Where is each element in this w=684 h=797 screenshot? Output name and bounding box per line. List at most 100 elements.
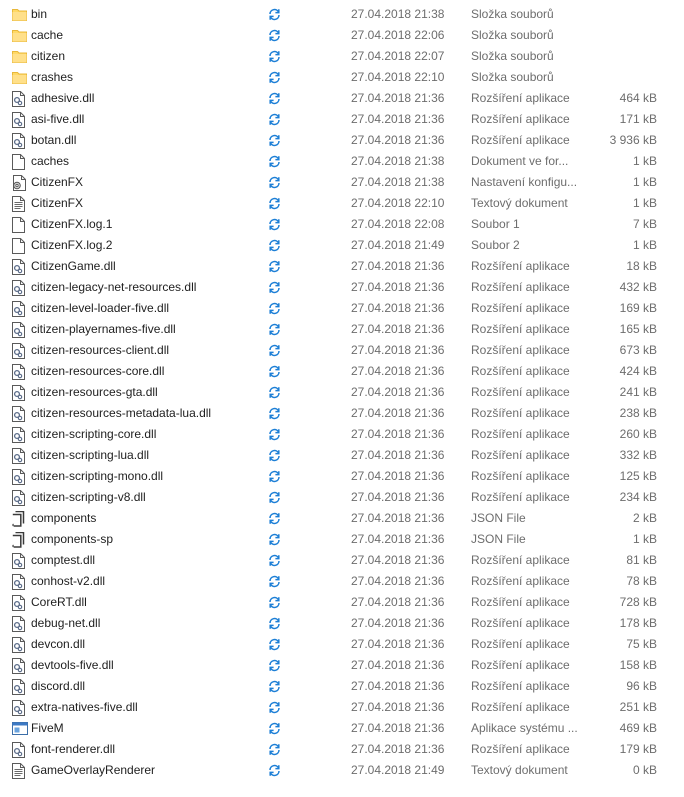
- file-row[interactable]: devcon.dll 27.04.2018 21:36 Rozšíření apli…: [0, 634, 684, 655]
- file-date-modified: 27.04.2018 21:36: [351, 511, 445, 525]
- file-name[interactable]: citizen-resources-client.dll: [31, 343, 169, 358]
- file-name[interactable]: citizen-resources-core.dll: [31, 364, 164, 379]
- file-name[interactable]: font-renderer.dll: [31, 742, 115, 757]
- file-row[interactable]: CitizenFX 27.04.2018 22:10 Textový dokumen…: [0, 193, 684, 214]
- file-name[interactable]: citizen-scripting-mono.dll: [31, 469, 163, 484]
- file-row[interactable]: citizen-scripting-v8.dll 27.04.2018 21:36…: [0, 487, 684, 508]
- file-row[interactable]: botan.dll 27.04.2018 21:36 Rozšíření aplik…: [0, 130, 684, 151]
- sync-pending-icon: [268, 575, 281, 588]
- file-name[interactable]: CitizenFX: [31, 196, 83, 211]
- file-name[interactable]: cache: [31, 28, 63, 43]
- file-name[interactable]: CitizenFX.log.1: [31, 217, 112, 232]
- file-row[interactable]: adhesive.dll 27.04.2018 21:36 Rozšíření ap…: [0, 88, 684, 109]
- file-type: Aplikace systému ...: [471, 721, 578, 735]
- file-row[interactable]: citizen-resources-core.dll 27.04.2018 21:…: [0, 361, 684, 382]
- file-row[interactable]: citizen-resources-gta.dll 27.04.2018 21:3…: [0, 382, 684, 403]
- file-row[interactable]: cache 27.04.2018 22:06 Složka souborů: [0, 25, 684, 46]
- file-row[interactable]: citizen 27.04.2018 22:07 Složka souborů: [0, 46, 684, 67]
- file-size: 0 kB: [632, 763, 657, 777]
- sync-pending-icon: [268, 260, 281, 273]
- dll-icon: [12, 616, 26, 632]
- file-name[interactable]: devtools-five.dll: [31, 658, 114, 673]
- file-size: 179 kB: [619, 742, 657, 756]
- file-name[interactable]: CitizenFX.log.2: [31, 238, 112, 253]
- file-row[interactable]: citizen-legacy-net-resources.dll 27.04.20…: [0, 277, 684, 298]
- file-row[interactable]: CitizenFX.log.2 27.04.2018 21:49 Soubor 2 1…: [0, 235, 684, 256]
- file-row[interactable]: font-renderer.dll 27.04.2018 21:36 Rozšíře…: [0, 739, 684, 760]
- file-name[interactable]: citizen: [31, 49, 65, 64]
- file-name[interactable]: caches: [31, 154, 69, 169]
- file-name[interactable]: devcon.dll: [31, 637, 85, 652]
- file-row[interactable]: CoreRT.dll 27.04.2018 21:36 Rozšíření apli…: [0, 592, 684, 613]
- dll-icon: [12, 700, 26, 716]
- file-name[interactable]: FiveM: [31, 721, 64, 736]
- file-name[interactable]: asi-five.dll: [31, 112, 84, 127]
- file-name[interactable]: citizen-scripting-v8.dll: [31, 490, 146, 505]
- file-row[interactable]: GameOverlayRenderer 27.04.2018 21:49 Texto…: [0, 760, 684, 781]
- file-row[interactable]: bin 27.04.2018 21:38 Složka souborů: [0, 4, 684, 25]
- file-row[interactable]: CitizenFX 27.04.2018 21:38 Nastavení konfi…: [0, 172, 684, 193]
- file-name[interactable]: comptest.dll: [31, 553, 95, 568]
- file-name[interactable]: citizen-resources-gta.dll: [31, 385, 158, 400]
- file-size: 7 kB: [632, 217, 657, 231]
- file-row[interactable]: conhost-v2.dll 27.04.2018 21:36 Rozšíření …: [0, 571, 684, 592]
- file-row[interactable]: CitizenGame.dll 27.04.2018 21:36 Rozšíření…: [0, 256, 684, 277]
- file-type: Rozšíření aplikace: [471, 322, 570, 336]
- file-size: 75 kB: [626, 637, 657, 651]
- file-row[interactable]: discord.dll 27.04.2018 21:36 Rozšíření apl…: [0, 676, 684, 697]
- file-row[interactable]: citizen-resources-client.dll 27.04.2018 2…: [0, 340, 684, 361]
- file-row[interactable]: asi-five.dll 27.04.2018 21:36 Rozšíření ap…: [0, 109, 684, 130]
- file-name[interactable]: components-sp: [31, 532, 113, 547]
- file-name[interactable]: citizen-resources-metadata-lua.dll: [31, 406, 211, 421]
- file-row[interactable]: citizen-scripting-lua.dll 27.04.2018 21:3…: [0, 445, 684, 466]
- file-name[interactable]: citizen-playernames-five.dll: [31, 322, 176, 337]
- file-name[interactable]: citizen-scripting-core.dll: [31, 427, 156, 442]
- file-date-modified: 27.04.2018 21:36: [351, 301, 445, 315]
- file-row[interactable]: comptest.dll 27.04.2018 21:36 Rozšíření ap…: [0, 550, 684, 571]
- file-size: 238 kB: [619, 406, 657, 420]
- file-row[interactable]: caches 27.04.2018 21:38 Dokument ve for...…: [0, 151, 684, 172]
- sync-pending-icon: [268, 743, 281, 756]
- file-name[interactable]: components: [31, 511, 96, 526]
- dll-icon: [12, 469, 26, 485]
- file-name[interactable]: extra-natives-five.dll: [31, 700, 138, 715]
- file-row[interactable]: components-sp 27.04.2018 21:36 JSON File 1 …: [0, 529, 684, 550]
- file-row[interactable]: citizen-resources-metadata-lua.dll 27.04.…: [0, 403, 684, 424]
- file-row[interactable]: citizen-playernames-five.dll 27.04.2018 2…: [0, 319, 684, 340]
- file-type: Složka souborů: [471, 7, 554, 21]
- file-row[interactable]: crashes 27.04.2018 22:10 Složka souborů: [0, 67, 684, 88]
- file-name[interactable]: CitizenFX: [31, 175, 83, 190]
- file-date-modified: 27.04.2018 21:36: [351, 91, 445, 105]
- file-row[interactable]: debug-net.dll 27.04.2018 21:36 Rozšíření a…: [0, 613, 684, 634]
- file-row[interactable]: citizen-scripting-mono.dll 27.04.2018 21:…: [0, 466, 684, 487]
- file-name[interactable]: CoreRT.dll: [31, 595, 87, 610]
- file-name[interactable]: crashes: [31, 70, 73, 85]
- file-row[interactable]: components 27.04.2018 21:36 JSON File 2 kB: [0, 508, 684, 529]
- file-name[interactable]: debug-net.dll: [31, 616, 100, 631]
- dll-icon: [12, 679, 26, 695]
- blank-document-icon: [12, 154, 26, 170]
- file-name[interactable]: botan.dll: [31, 133, 76, 148]
- file-row[interactable]: citizen-scripting-core.dll 27.04.2018 21:…: [0, 424, 684, 445]
- file-name[interactable]: adhesive.dll: [31, 91, 94, 106]
- file-date-modified: 27.04.2018 21:36: [351, 532, 445, 546]
- file-row[interactable]: devtools-five.dll 27.04.2018 21:36 Rozšíře…: [0, 655, 684, 676]
- file-date-modified: 27.04.2018 21:36: [351, 385, 445, 399]
- dll-icon: [12, 280, 26, 296]
- file-type: Nastavení konfigu...: [471, 175, 578, 189]
- sync-pending-icon: [268, 281, 281, 294]
- file-size: 260 kB: [619, 427, 657, 441]
- file-name[interactable]: bin: [31, 7, 47, 22]
- file-name[interactable]: citizen-scripting-lua.dll: [31, 448, 149, 463]
- file-name[interactable]: citizen-legacy-net-resources.dll: [31, 280, 196, 295]
- file-name[interactable]: GameOverlayRenderer: [31, 763, 155, 778]
- file-name[interactable]: citizen-level-loader-five.dll: [31, 301, 169, 316]
- file-row[interactable]: CitizenFX.log.1 27.04.2018 22:08 Soubor 1 7…: [0, 214, 684, 235]
- file-row[interactable]: FiveM 27.04.2018 21:36 Aplikace systému ..…: [0, 718, 684, 739]
- file-type: Rozšíření aplikace: [471, 448, 570, 462]
- file-name[interactable]: conhost-v2.dll: [31, 574, 105, 589]
- file-row[interactable]: extra-natives-five.dll 27.04.2018 21:36 Ro…: [0, 697, 684, 718]
- file-row[interactable]: citizen-level-loader-five.dll 27.04.2018 …: [0, 298, 684, 319]
- file-name[interactable]: CitizenGame.dll: [31, 259, 116, 274]
- file-name[interactable]: discord.dll: [31, 679, 85, 694]
